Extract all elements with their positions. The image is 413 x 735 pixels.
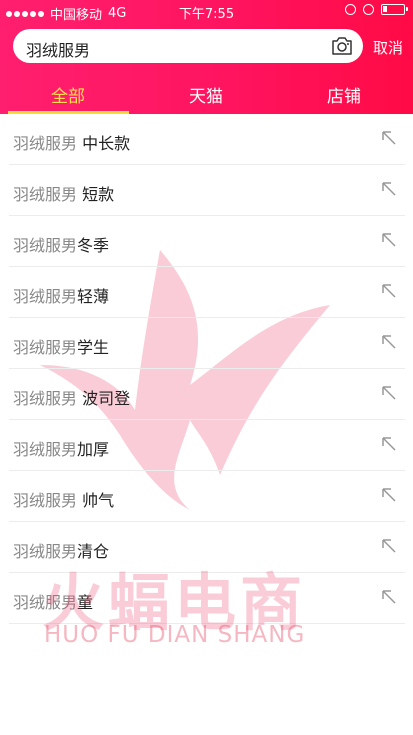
list-item[interactable]: 羽绒服男轻薄: [9, 267, 405, 318]
fill-suggestion-arrow-icon[interactable]: [381, 385, 397, 401]
list-item[interactable]: 羽绒服男加厚: [9, 420, 405, 471]
fill-suggestion-arrow-icon[interactable]: [381, 130, 397, 146]
suggestion-text: 羽绒服男轻薄: [13, 287, 110, 306]
list-item[interactable]: 羽绒服男冬季: [9, 216, 405, 267]
tab-tmall[interactable]: 天猫: [146, 82, 266, 107]
list-item[interactable]: 羽绒服男 帅气: [9, 471, 405, 522]
search-query-text[interactable]: 羽绒服男: [26, 37, 90, 61]
status-bar: 中国移动 4G 下午7:55: [0, 0, 413, 23]
camera-icon[interactable]: [331, 36, 353, 56]
cancel-button[interactable]: 取消: [373, 37, 403, 58]
search-input[interactable]: 羽绒服男: [13, 29, 363, 63]
status-right: [345, 4, 408, 15]
list-item[interactable]: 羽绒服男 中长款: [9, 114, 405, 165]
fill-suggestion-arrow-icon[interactable]: [381, 283, 397, 299]
suggestion-text: 羽绒服男加厚: [13, 440, 110, 459]
fill-suggestion-arrow-icon[interactable]: [381, 589, 397, 605]
suggestion-text: 羽绒服男冬季: [13, 236, 110, 255]
watermark-cn: 火蝠电商: [42, 566, 307, 639]
rotation-lock-icon: [345, 4, 356, 15]
suggestion-text: 羽绒服男学生: [13, 338, 110, 357]
suggestion-text: 羽绒服男 帅气: [13, 491, 115, 510]
header: 中国移动 4G 下午7:55 羽绒服男 取消 全部 天猫 店铺: [0, 0, 413, 114]
fill-suggestion-arrow-icon[interactable]: [381, 232, 397, 248]
fill-suggestion-arrow-icon[interactable]: [381, 334, 397, 350]
battery-icon: [381, 4, 408, 15]
fill-suggestion-arrow-icon[interactable]: [381, 436, 397, 452]
suggestion-text: 羽绒服男 波司登: [13, 389, 131, 408]
tab-shop[interactable]: 店铺: [284, 82, 404, 107]
battery-level-fill: [383, 6, 387, 12]
fill-suggestion-arrow-icon[interactable]: [381, 487, 397, 503]
suggestion-list: 羽绒服男 中长款 羽绒服男 短款 羽绒服男冬季 羽绒服男轻薄 羽绒服男学生 羽绒…: [0, 114, 413, 624]
list-item[interactable]: 羽绒服男 波司登: [9, 369, 405, 420]
list-item[interactable]: 羽绒服男学生: [9, 318, 405, 369]
suggestion-text: 羽绒服男 中长款: [13, 134, 131, 153]
list-item[interactable]: 羽绒服男 短款: [9, 165, 405, 216]
alarm-icon: [363, 4, 374, 15]
tab-bar: 全部 天猫 店铺: [0, 72, 413, 114]
tab-all[interactable]: 全部: [8, 82, 128, 107]
fill-suggestion-arrow-icon[interactable]: [381, 181, 397, 197]
fill-suggestion-arrow-icon[interactable]: [381, 538, 397, 554]
suggestion-text: 羽绒服男 短款: [13, 185, 115, 204]
